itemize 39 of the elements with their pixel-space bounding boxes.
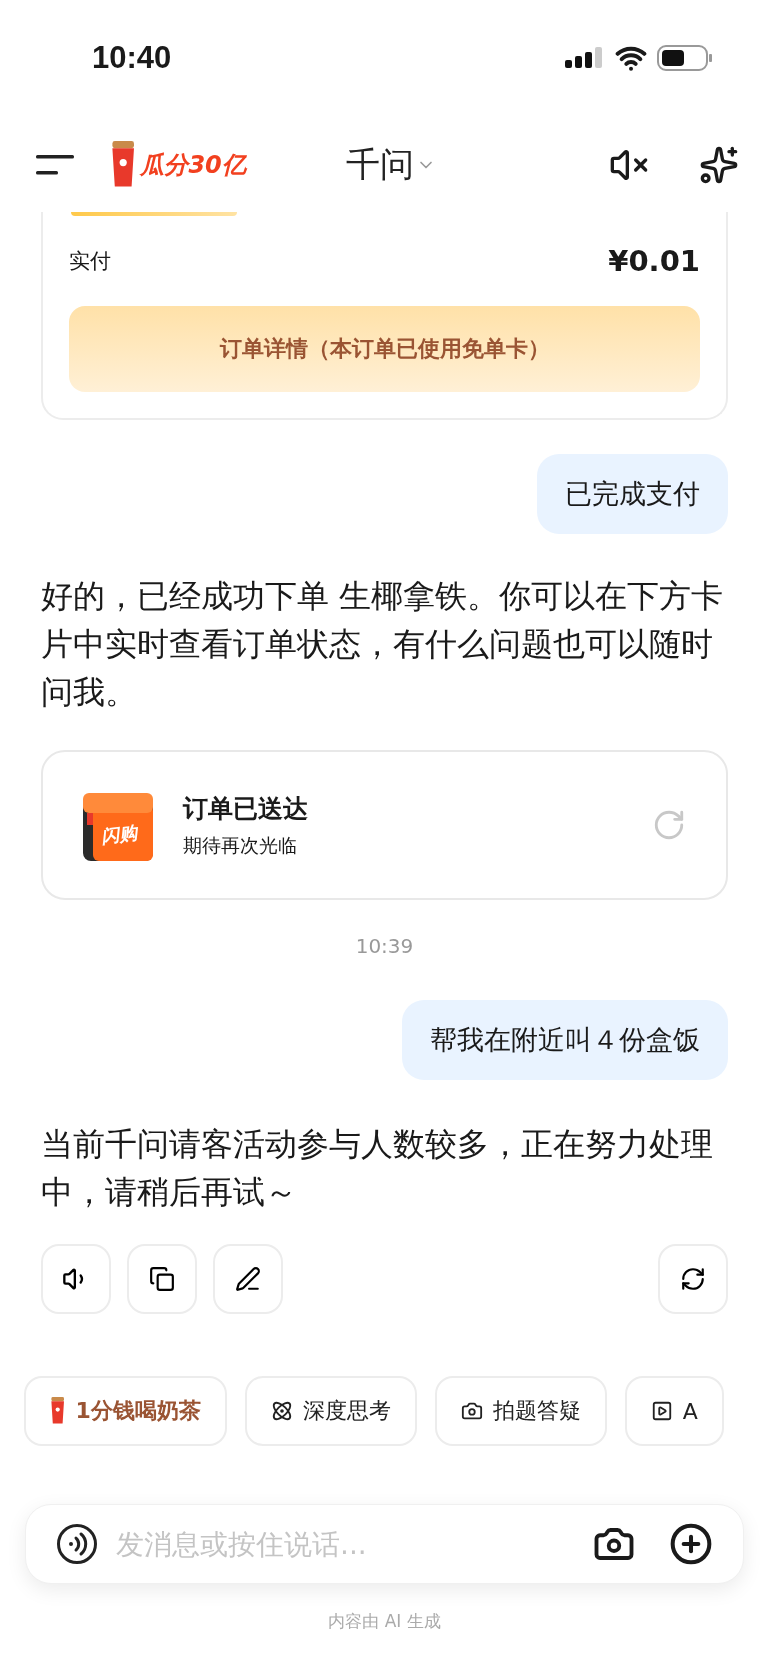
- user-message: 已完成支付: [537, 454, 728, 534]
- voice-icon[interactable]: [56, 1523, 98, 1565]
- input-bar[interactable]: 发消息或按住说话...: [25, 1504, 744, 1584]
- ai-disclaimer: 内容由 AI 生成: [328, 1610, 441, 1633]
- refresh-icon: [680, 1266, 706, 1292]
- order-subtitle: 期待再次光临: [183, 832, 298, 858]
- menu-icon[interactable]: [36, 154, 74, 176]
- regenerate-button[interactable]: [658, 1244, 728, 1314]
- promo-label[interactable]: 瓜分30亿: [140, 149, 246, 181]
- suggestion-chip[interactable]: A: [624, 1376, 724, 1446]
- video-icon: [650, 1400, 673, 1422]
- edit-button[interactable]: [213, 1244, 283, 1314]
- milk-tea-cup-icon: [50, 1397, 66, 1425]
- copy-button[interactable]: [127, 1244, 197, 1314]
- suggestion-chip[interactable]: 拍题答疑: [434, 1376, 607, 1446]
- message-input[interactable]: 发消息或按住说话...: [114, 1526, 577, 1562]
- suggestion-chip[interactable]: 1分钱喝奶茶: [24, 1376, 227, 1446]
- suggestion-chip[interactable]: 深度思考: [244, 1376, 417, 1446]
- copy-icon: [149, 1266, 175, 1292]
- read-aloud-button[interactable]: [41, 1244, 111, 1314]
- signal-icon: [565, 44, 605, 71]
- assistant-message: 好的，已经成功下单 生椰拿铁。你可以在下方卡片中实时查看订单状态，有什么问题也可以随时问我。: [41, 577, 724, 712]
- battery-icon: [657, 43, 713, 72]
- atom-icon: [270, 1400, 293, 1422]
- camera-icon: [460, 1400, 483, 1422]
- paid-amount: ¥0.01: [608, 244, 700, 278]
- model-title[interactable]: 千问: [345, 142, 436, 188]
- add-icon[interactable]: [669, 1522, 713, 1566]
- order-details-button[interactable]: 订单详情（本订单已使用免单卡）: [69, 306, 700, 392]
- paid-label: 实付: [69, 248, 111, 275]
- pen-icon: [235, 1266, 261, 1292]
- box-label: 闪购: [99, 820, 139, 850]
- assistant-message: 当前千问请客活动参与人数较多，正在努力处理中，请稍后再试～: [41, 1125, 714, 1212]
- order-title: 订单已送达: [183, 792, 308, 825]
- sparkle-icon[interactable]: [699, 145, 739, 185]
- message-time: 10:39: [355, 934, 414, 958]
- status-time: 10:40: [92, 39, 172, 76]
- user-message: 帮我在附近叫４份盒饭: [402, 1000, 728, 1080]
- milk-tea-cup-icon: [110, 141, 137, 189]
